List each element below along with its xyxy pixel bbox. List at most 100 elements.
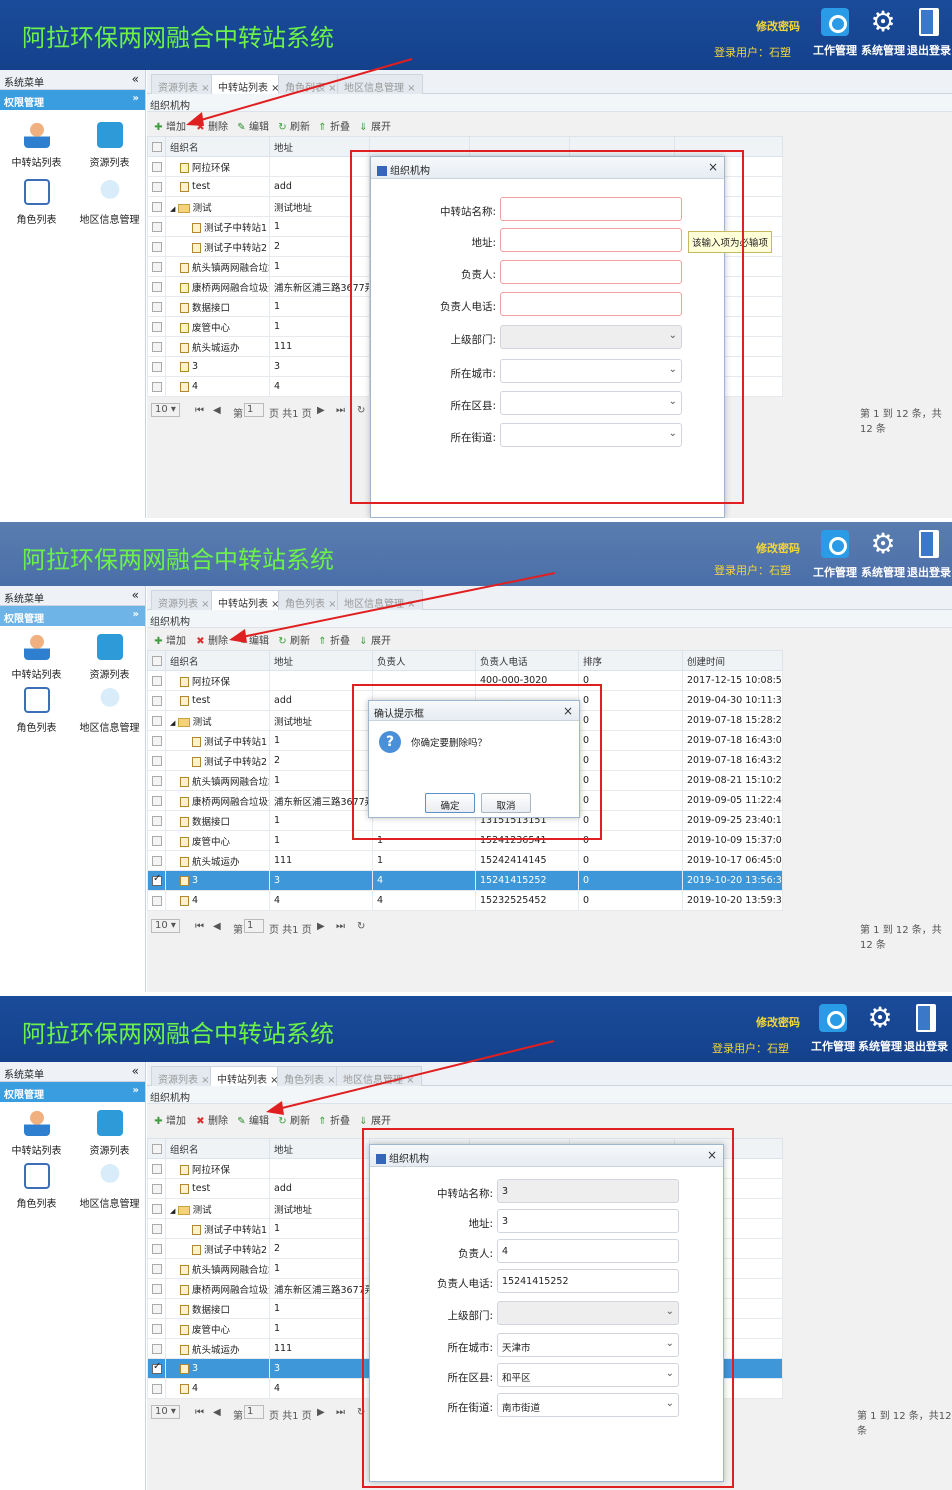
col-sort[interactable]: 排序 xyxy=(578,650,683,671)
row-checkbox[interactable] xyxy=(147,216,166,237)
tree-toggle-icon[interactable]: ◢ xyxy=(170,719,178,727)
tab-resource-list[interactable]: 资源列表 × xyxy=(151,1066,217,1086)
table-row[interactable]: 航头城运办 111 1 15242414145 0 2019-10-17 06:45:00 xyxy=(147,850,783,871)
row-checkbox[interactable] xyxy=(147,1238,166,1259)
system-manage-button[interactable]: ⚙ 系统管理 xyxy=(860,530,906,580)
add-button[interactable]: ✚ 增加 xyxy=(153,1112,186,1127)
row-checkbox[interactable] xyxy=(147,256,166,277)
sidebar-item-role-list[interactable]: 角色列表 xyxy=(0,1163,73,1210)
collapse-icon[interactable]: « xyxy=(132,1064,139,1078)
first-page-icon[interactable]: ⏮ xyxy=(195,921,204,932)
col-time[interactable]: 创建时间 xyxy=(682,650,783,671)
row-checkbox[interactable] xyxy=(147,890,166,911)
row-checkbox[interactable] xyxy=(147,356,166,377)
row-checkbox[interactable] xyxy=(147,296,166,317)
add-button[interactable]: ✚ 增加 xyxy=(153,632,186,647)
delete-button[interactable]: ✖ 删除 xyxy=(195,632,228,647)
sidebar-item-station-list[interactable]: 中转站列表 xyxy=(0,122,73,169)
prev-page-icon[interactable]: ◀ xyxy=(213,405,221,416)
page-input[interactable]: 1 xyxy=(244,403,264,417)
col-address[interactable]: 地址 xyxy=(269,1138,370,1159)
page-size-select[interactable]: 10 ▾ xyxy=(151,403,180,417)
page-size-select[interactable]: 10 ▾ xyxy=(151,1405,180,1419)
row-checkbox[interactable] xyxy=(147,810,166,831)
row-checkbox[interactable] xyxy=(147,1258,166,1279)
prev-page-icon[interactable]: ◀ xyxy=(213,1407,221,1418)
row-checkbox[interactable] xyxy=(147,690,166,711)
logout-button[interactable]: 退出登录 xyxy=(906,8,952,58)
last-page-icon[interactable]: ⏭ xyxy=(336,405,345,416)
row-checkbox[interactable] xyxy=(147,750,166,771)
system-manage-button[interactable]: ⚙ 系统管理 xyxy=(860,8,906,58)
sidebar-item-role-list[interactable]: 角色列表 xyxy=(0,179,73,226)
change-password-link[interactable]: 修改密码 xyxy=(756,1014,800,1030)
row-checkbox[interactable] xyxy=(147,770,166,791)
sidebar-item-region-info[interactable]: 地区信息管理 xyxy=(73,179,146,226)
sidebar-item-role-list[interactable]: 角色列表 xyxy=(0,687,73,734)
row-checkbox[interactable] xyxy=(147,1358,166,1379)
sidebar-item-station-list[interactable]: 中转站列表 xyxy=(0,1110,73,1157)
next-page-icon[interactable]: ▶ xyxy=(317,921,325,932)
delete-button[interactable]: ✖ 删除 xyxy=(195,1112,228,1127)
col-address[interactable]: 地址 xyxy=(269,650,373,671)
table-row[interactable]: 3341524141525202019-10-20 13:56:34 xyxy=(147,870,783,891)
next-page-icon[interactable]: ▶ xyxy=(317,1407,325,1418)
page-size-select[interactable]: 10 ▾ xyxy=(151,919,180,933)
row-checkbox[interactable] xyxy=(147,276,166,297)
row-checkbox[interactable] xyxy=(147,236,166,257)
col-org-name[interactable]: 组织名 xyxy=(165,1138,270,1159)
last-page-icon[interactable]: ⏭ xyxy=(336,1407,345,1418)
sidebar-item-region-info[interactable]: 地区信息管理 xyxy=(73,1163,146,1210)
change-password-link[interactable]: 修改密码 xyxy=(756,540,800,556)
row-checkbox[interactable] xyxy=(147,376,166,397)
tab-resource-list[interactable]: 资源列表 × xyxy=(151,590,217,610)
work-manage-button[interactable]: 工作管理 xyxy=(812,8,858,58)
row-checkbox[interactable] xyxy=(147,336,166,357)
reload-icon[interactable]: ↻ xyxy=(357,921,365,932)
row-checkbox[interactable] xyxy=(147,1178,166,1199)
row-checkbox[interactable] xyxy=(147,850,166,871)
logout-button[interactable]: 退出登录 xyxy=(906,530,952,580)
row-checkbox[interactable] xyxy=(147,316,166,337)
next-page-icon[interactable]: ▶ xyxy=(317,405,325,416)
row-checkbox[interactable] xyxy=(147,1158,166,1179)
row-checkbox[interactable] xyxy=(147,830,166,851)
last-page-icon[interactable]: ⏭ xyxy=(336,921,345,932)
row-checkbox[interactable] xyxy=(147,1318,166,1339)
page-input[interactable]: 1 xyxy=(244,1405,264,1419)
col-org-name[interactable]: 组织名 xyxy=(165,650,270,671)
collapse-icon[interactable]: « xyxy=(132,72,139,86)
select-all-checkbox[interactable] xyxy=(147,650,166,671)
row-checkbox[interactable] xyxy=(147,710,166,731)
select-all-checkbox[interactable] xyxy=(147,1138,166,1159)
work-manage-button[interactable]: 工作管理 xyxy=(812,530,858,580)
system-manage-button[interactable]: ⚙ 系统管理 xyxy=(857,1004,903,1054)
table-row[interactable]: 4 4 4 15232525452 0 2019-10-20 13:59:31 xyxy=(147,890,783,911)
sidebar-group-permission[interactable]: 权限管理» xyxy=(0,606,145,626)
logout-button[interactable]: 退出登录 xyxy=(903,1004,949,1054)
row-checkbox[interactable] xyxy=(147,196,166,217)
prev-page-icon[interactable]: ◀ xyxy=(213,921,221,932)
row-checkbox[interactable] xyxy=(147,790,166,811)
first-page-icon[interactable]: ⏮ xyxy=(195,405,204,416)
sidebar-item-station-list[interactable]: 中转站列表 xyxy=(0,634,73,681)
select-all-checkbox[interactable] xyxy=(147,136,166,157)
tree-toggle-icon[interactable]: ◢ xyxy=(170,205,178,213)
row-checkbox[interactable] xyxy=(147,870,166,891)
col-phone[interactable]: 负责人电话 xyxy=(475,650,579,671)
row-checkbox[interactable] xyxy=(147,1198,166,1219)
col-owner[interactable]: 负责人 xyxy=(372,650,476,671)
sidebar-item-region-info[interactable]: 地区信息管理 xyxy=(73,687,146,734)
row-checkbox[interactable] xyxy=(147,730,166,751)
row-checkbox[interactable] xyxy=(147,1278,166,1299)
collapse-icon[interactable]: « xyxy=(132,588,139,602)
first-page-icon[interactable]: ⏮ xyxy=(195,1407,204,1418)
row-checkbox[interactable] xyxy=(147,1298,166,1319)
group-toggle-icon[interactable]: » xyxy=(133,93,139,104)
sidebar-item-resource-list[interactable]: 资源列表 xyxy=(73,1110,146,1157)
row-checkbox[interactable] xyxy=(147,156,166,177)
group-toggle-icon[interactable]: » xyxy=(133,609,139,620)
row-checkbox[interactable] xyxy=(147,1218,166,1239)
row-checkbox[interactable] xyxy=(147,176,166,197)
row-checkbox[interactable] xyxy=(147,1378,166,1399)
